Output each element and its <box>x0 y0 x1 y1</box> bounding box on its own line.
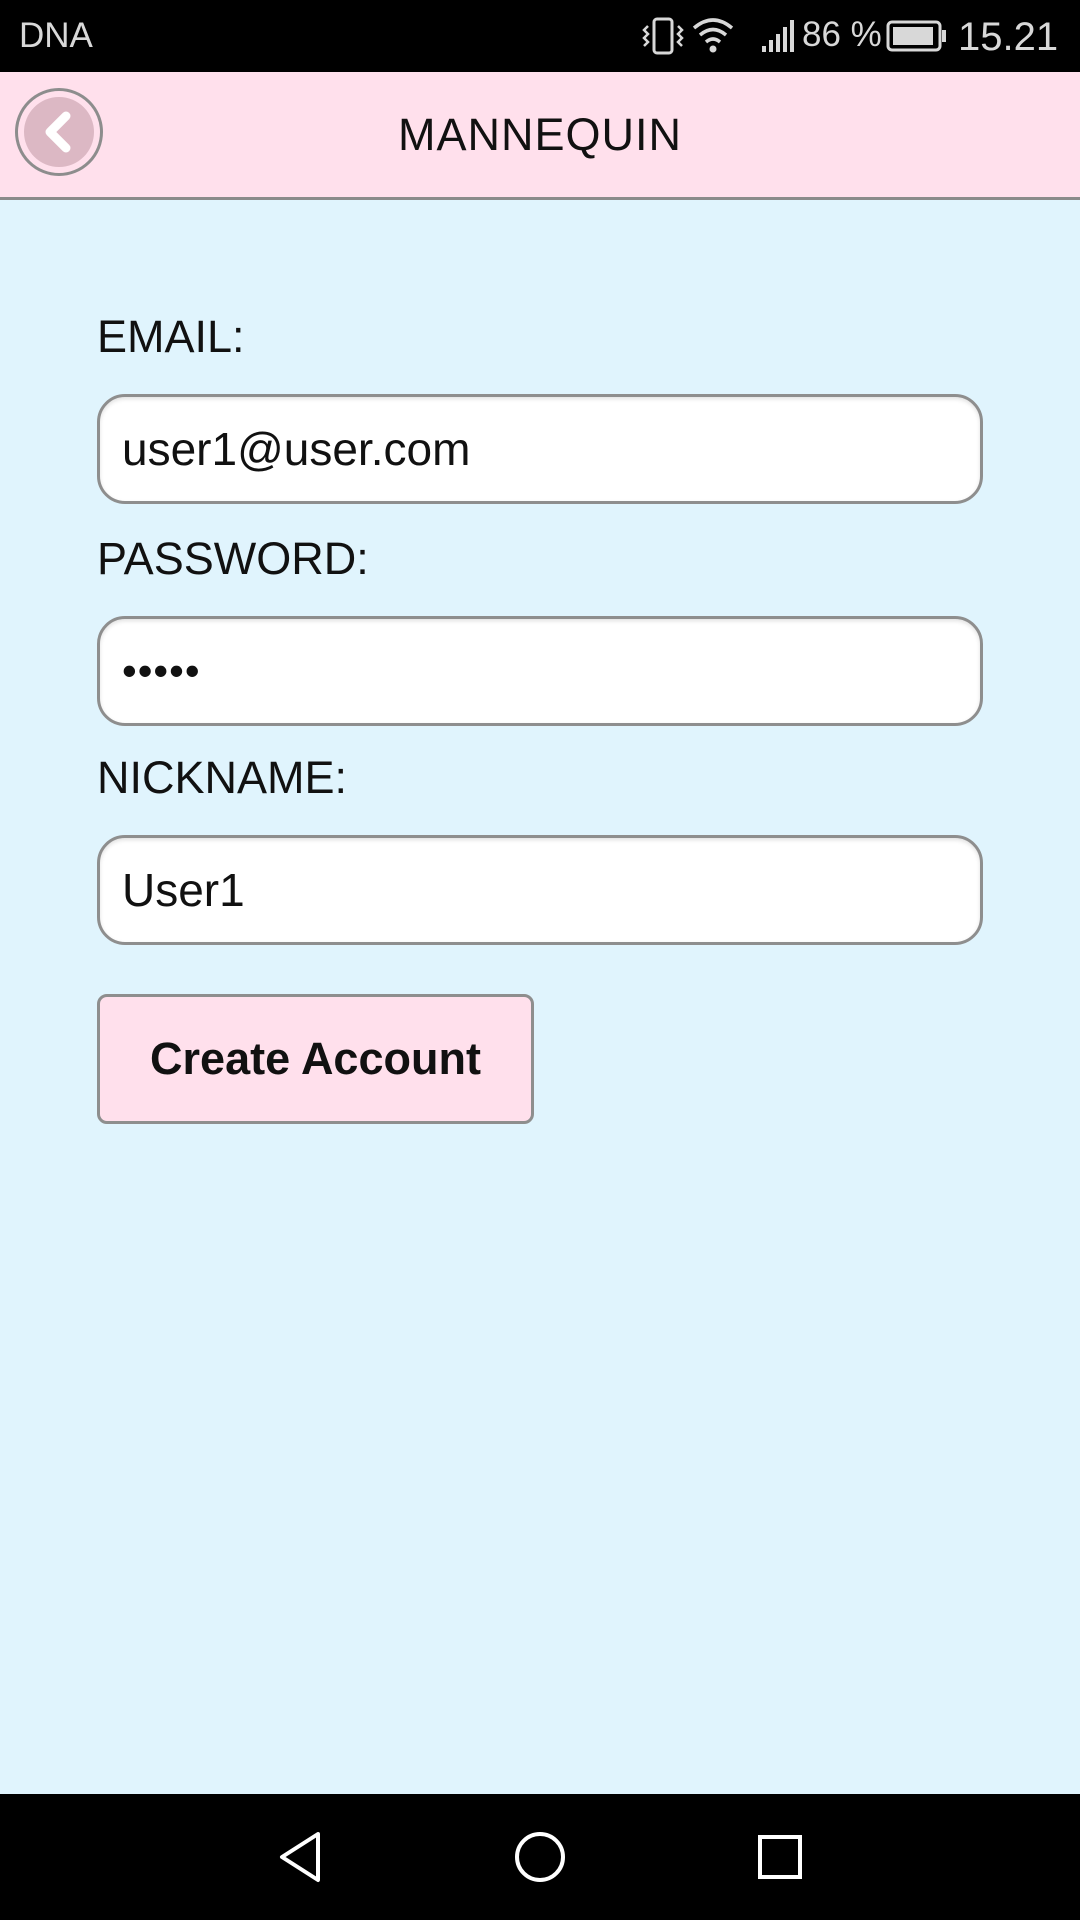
password-field[interactable] <box>97 616 983 726</box>
screen: DNA 86 % 15.21 MANNEQUIN EMAIL: user1@us… <box>0 0 1080 1920</box>
app-header: MANNEQUIN <box>0 72 1080 200</box>
back-button-inner <box>24 97 94 167</box>
wifi-icon <box>692 18 734 53</box>
password-label: PASSWORD: <box>97 533 369 584</box>
battery-icon <box>886 20 946 52</box>
back-button[interactable] <box>15 88 103 176</box>
status-bar: DNA 86 % 15.21 <box>0 0 1080 72</box>
email-field[interactable] <box>97 394 983 504</box>
home-circle-icon <box>515 1832 565 1882</box>
nav-back-button[interactable] <box>240 1794 360 1920</box>
signal-icon <box>762 20 794 52</box>
clock: 15.21 <box>958 15 1059 59</box>
nickname-label: NICKNAME: <box>97 752 348 803</box>
nav-recents-button[interactable] <box>720 1794 840 1920</box>
page-title: MANNEQUIN <box>397 109 682 160</box>
vibrate-icon <box>642 17 684 55</box>
carrier-name: DNA <box>19 16 93 55</box>
back-triangle-icon <box>280 1832 320 1882</box>
email-label: EMAIL: <box>97 311 245 362</box>
navigation-bar <box>0 1794 1080 1920</box>
chevron-left-icon <box>45 111 71 153</box>
nav-home-button[interactable] <box>480 1794 600 1920</box>
recents-square-icon <box>758 1835 802 1879</box>
battery-percentage: 86 % <box>802 15 882 54</box>
create-account-button[interactable]: Create Account <box>97 994 534 1124</box>
nickname-field[interactable] <box>97 835 983 945</box>
